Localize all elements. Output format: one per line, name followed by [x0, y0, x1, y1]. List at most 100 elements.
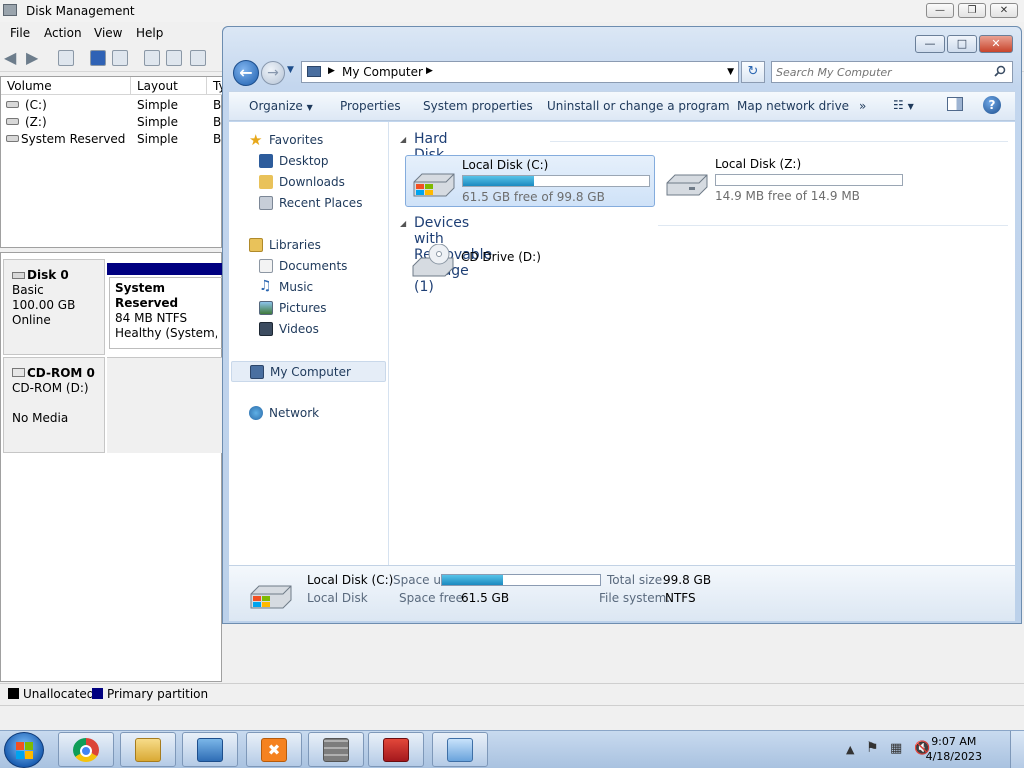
forward-arrow-icon[interactable]: ▶: [26, 48, 38, 67]
change-view-icon[interactable]: ☷ ▼: [893, 98, 914, 112]
volume-row[interactable]: (C:) Simple Ba: [1, 97, 229, 114]
breadcrumb-separator-icon[interactable]: ▶: [328, 66, 335, 76]
disk-management-titlebar[interactable]: Disk Management — ❐ ✕: [0, 0, 1024, 22]
drive-tile-d[interactable]: CD Drive (D:): [405, 234, 565, 286]
search-box[interactable]: [771, 61, 1013, 83]
explorer-maximize-button[interactable]: □: [947, 35, 977, 53]
nav-videos[interactable]: Videos: [229, 319, 389, 340]
computer-icon: [250, 365, 264, 379]
partition-system-reserved[interactable]: System Reserved 84 MB NTFS Healthy (Syst…: [109, 277, 223, 349]
volume-row[interactable]: (Z:) Simple Ba: [1, 114, 229, 131]
nav-music[interactable]: ♫ Music: [229, 277, 389, 298]
help-icon[interactable]: ?: [983, 96, 1001, 114]
breadcrumb-separator-icon[interactable]: ▶: [426, 66, 433, 76]
nav-favorites[interactable]: ★ Favorites: [229, 130, 389, 151]
breadcrumb-my-computer[interactable]: My Computer: [342, 65, 423, 79]
dm-close-button[interactable]: ✕: [990, 3, 1018, 18]
cdrom-0-label[interactable]: CD-ROM 0 CD-ROM (D:) No Media: [3, 357, 105, 453]
show-hidden-icons-button[interactable]: ▲: [846, 743, 854, 756]
system-properties-button[interactable]: System properties: [423, 99, 533, 113]
volume-row[interactable]: System Reserved Simple Ba: [1, 131, 229, 148]
disk-name: CD-ROM 0: [27, 366, 95, 380]
uninstall-program-button[interactable]: Uninstall or change a program: [547, 99, 730, 113]
legend-swatch-unallocated: [8, 688, 19, 699]
disk-state: No Media: [12, 411, 69, 425]
taskbar-explorer-button[interactable]: [120, 732, 176, 767]
console-tree-icon[interactable]: [58, 50, 74, 66]
taskbar-xampp-button[interactable]: ✖: [246, 732, 302, 767]
address-bar[interactable]: ▶ My Computer ▶ ▼: [301, 61, 739, 83]
help-icon[interactable]: [90, 50, 106, 66]
pictures-icon: [259, 301, 273, 315]
preview-pane-icon[interactable]: [947, 97, 963, 111]
refresh-button[interactable]: ↻: [741, 61, 765, 83]
column-type[interactable]: Ty: [207, 77, 226, 95]
start-button[interactable]: [4, 732, 44, 768]
taskbar-chrome-button[interactable]: [58, 732, 114, 767]
control-panel-icon: [447, 738, 473, 762]
taskbar-remote-desktop-button[interactable]: [182, 732, 238, 767]
column-layout[interactable]: Layout: [131, 77, 207, 95]
more-commands-button[interactable]: »: [859, 99, 866, 113]
explorer-window[interactable]: — □ ✕ ← → ▼ ▶ My Computer ▶ ▼ ↻ Organize…: [222, 26, 1022, 624]
organize-button[interactable]: Organize ▼: [249, 99, 313, 113]
details-file-system: NTFS: [665, 591, 696, 605]
nav-downloads[interactable]: Downloads: [229, 172, 389, 193]
back-arrow-icon[interactable]: ◀: [4, 48, 16, 67]
forward-button[interactable]: →: [261, 61, 285, 85]
disk-state: Online: [12, 313, 51, 327]
toolbox-icon: [383, 738, 409, 762]
export-icon[interactable]: [166, 50, 182, 66]
refresh-icon[interactable]: [144, 50, 160, 66]
search-input[interactable]: [776, 64, 988, 80]
volume-disk-icon: [6, 101, 19, 108]
explorer-minimize-button[interactable]: —: [915, 35, 945, 53]
nav-network[interactable]: Network: [229, 403, 389, 424]
properties-icon[interactable]: [112, 50, 128, 66]
search-icon[interactable]: [994, 65, 1006, 77]
disk-graphical-view[interactable]: Disk 0 Basic 100.00 GB Online System Res…: [0, 252, 223, 682]
taskbar-disk-management-button[interactable]: [432, 732, 488, 767]
partition-status: Healthy (System, Act: [115, 326, 217, 340]
properties-button[interactable]: Properties: [340, 99, 401, 113]
menu-view[interactable]: View: [94, 26, 122, 40]
map-network-drive-button[interactable]: Map network drive: [737, 99, 849, 113]
menu-file[interactable]: File: [10, 26, 30, 40]
nav-label: Recent Places: [279, 196, 363, 210]
network-tray-icon[interactable]: ▦: [890, 741, 902, 756]
drive-tile-c[interactable]: Local Disk (C:) 61.5 GB free of 99.8 GB: [405, 155, 655, 207]
dm-restore-button[interactable]: ❐: [958, 3, 986, 18]
column-volume[interactable]: Volume: [1, 77, 131, 95]
action-center-flag-icon[interactable]: ⚑: [866, 740, 879, 756]
navigation-pane[interactable]: ★ Favorites Desktop Downloads Recent Pla…: [229, 122, 389, 565]
nav-desktop[interactable]: Desktop: [229, 151, 389, 172]
collapse-triangle-icon[interactable]: ◢: [400, 135, 406, 144]
dm-minimize-button[interactable]: —: [926, 3, 954, 18]
nav-libraries[interactable]: Libraries: [229, 235, 389, 256]
disk-management-title: Disk Management: [26, 4, 135, 18]
taskbar-firewall-button[interactable]: [308, 732, 364, 767]
legend-unallocated: Unallocated: [23, 687, 95, 701]
nav-label: Videos: [279, 322, 319, 336]
back-button[interactable]: ←: [233, 60, 259, 86]
menu-help[interactable]: Help: [136, 26, 163, 40]
nav-recent-places[interactable]: Recent Places: [229, 193, 389, 214]
show-desktop-button[interactable]: [1010, 731, 1024, 768]
collapse-triangle-icon[interactable]: ◢: [400, 219, 406, 228]
nav-my-computer[interactable]: My Computer: [231, 361, 386, 382]
group-divider: [658, 225, 1008, 226]
taskbar-toolbox-button[interactable]: [368, 732, 424, 767]
volume-list[interactable]: Volume Layout Ty (C:) Simple Ba (Z:) Sim…: [0, 76, 229, 248]
windows-logo-icon: [16, 742, 33, 759]
drive-tile-z[interactable]: Local Disk (Z:) 14.9 MB free of 14.9 MB: [659, 155, 909, 207]
explorer-close-button[interactable]: ✕: [979, 35, 1013, 53]
tray-clock[interactable]: 9:07 AM 4/18/2023: [926, 734, 982, 764]
menu-action[interactable]: Action: [44, 26, 82, 40]
content-pane[interactable]: ◢ Hard Disk Drives (2) Local Disk (C:) 6…: [390, 122, 1015, 565]
recent-pages-dropdown[interactable]: ▼: [287, 65, 294, 75]
address-dropdown-icon[interactable]: ▼: [727, 67, 734, 77]
nav-documents[interactable]: Documents: [229, 256, 389, 277]
disk-0-label[interactable]: Disk 0 Basic 100.00 GB Online: [3, 259, 105, 355]
settings-icon[interactable]: [190, 50, 206, 66]
nav-pictures[interactable]: Pictures: [229, 298, 389, 319]
